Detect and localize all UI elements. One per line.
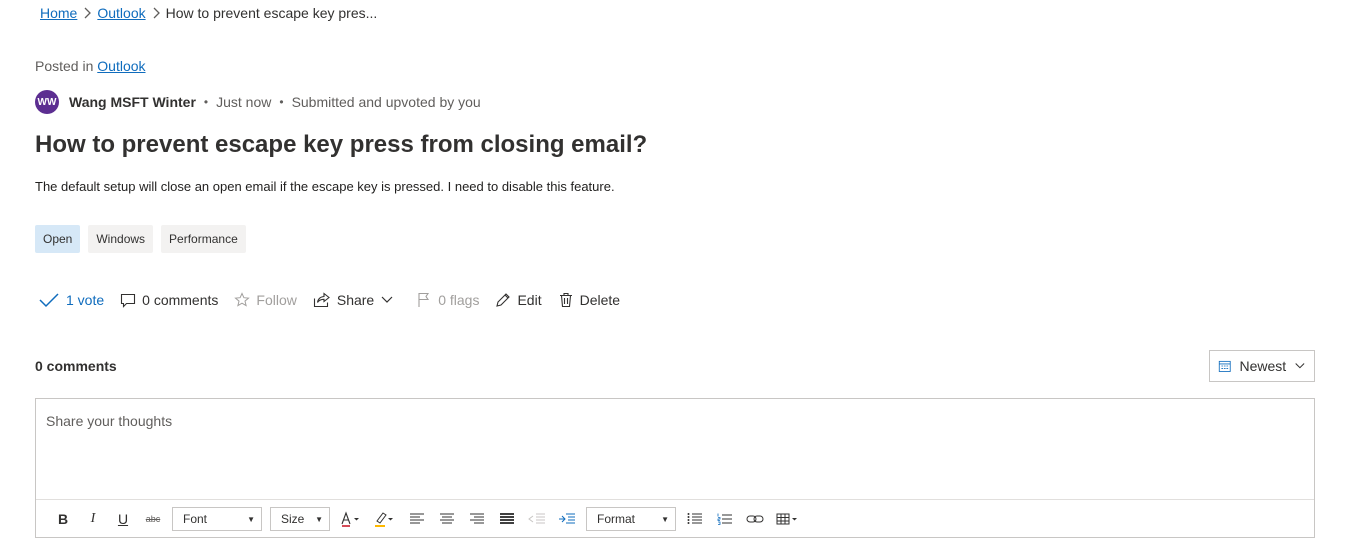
font-color-button[interactable] [334,507,368,531]
share-icon [313,292,330,308]
font-color-icon [341,511,359,527]
trash-icon [559,292,572,308]
bold-button[interactable]: B [48,507,78,531]
separator-dot: • [279,95,284,109]
share-label: Share [336,292,375,308]
share-button[interactable]: Share [313,292,400,308]
comments-count: 0 comments [142,292,219,308]
chevron-down-icon [1295,363,1305,369]
align-right-icon [470,513,484,524]
page-title: How to prevent escape key press from clo… [35,131,648,158]
author-name[interactable]: Wang MSFT Winter [69,94,196,110]
numbered-list-icon [717,513,732,525]
justify-icon [500,513,514,524]
caret-down-icon: ▼ [315,514,323,524]
indent-icon [559,513,575,524]
posted-in: Posted in Outlook [35,58,146,74]
italic-button[interactable]: I [78,507,108,531]
caret-down-icon: ▼ [247,514,255,524]
vote-count: 1 vote [66,292,105,308]
vote-button[interactable]: 1 vote [38,292,104,308]
table-button[interactable] [770,507,806,531]
table-icon [776,513,797,525]
indent-button[interactable] [552,507,582,531]
post-body: The default setup will close an open ema… [35,179,615,194]
breadcrumb-current: How to prevent escape key pres... [165,5,378,21]
post-actions: 1 vote 0 comments Follow Share 0 flags E… [38,292,636,308]
chevron-down-icon [381,296,393,303]
align-right-button[interactable] [462,507,492,531]
author-row: WW Wang MSFT Winter • Just now • Submitt… [35,90,481,114]
highlighter-icon [375,512,393,527]
outdent-icon [528,513,545,524]
flag-button[interactable]: 0 flags [416,292,479,308]
align-center-icon [440,513,454,524]
flag-icon [418,292,430,307]
format-select-label: Format [597,512,636,526]
comments-button[interactable]: 0 comments [120,292,218,308]
post-status: Submitted and upvoted by you [291,94,481,110]
strikethrough-button[interactable]: abc [138,507,168,531]
font-select-label: Font [183,512,208,526]
outdent-button[interactable] [522,507,552,531]
follow-button[interactable]: Follow [234,292,297,308]
sort-label: Newest [1239,358,1287,374]
size-select[interactable]: Size ▼ [270,507,330,531]
underline-button[interactable]: U [108,507,138,531]
post-time: Just now [216,94,272,110]
link-icon [746,515,764,523]
align-left-icon [410,513,424,524]
sort-dropdown[interactable]: Newest [1209,350,1315,382]
tag-performance[interactable]: Performance [161,225,246,253]
editor-toolbar: B I U abc Font ▼ Size ▼ Format ▼ [36,500,1314,538]
calendar-icon [1218,360,1231,372]
breadcrumb-outlook-link[interactable]: Outlook [97,5,145,21]
checkmark-icon [39,293,59,308]
align-left-button[interactable] [402,507,432,531]
comment-input[interactable]: Share your thoughts [36,399,1314,500]
size-select-label: Size [281,512,305,526]
flags-count: 0 flags [438,292,480,308]
delete-button[interactable]: Delete [558,292,620,308]
posted-in-label: Posted in [35,58,94,74]
tag-list: Open Windows Performance [35,225,246,253]
highlight-button[interactable] [368,507,402,531]
comment-editor: Share your thoughts B I U abc Font ▼ Size… [35,398,1315,538]
separator-dot: • [203,95,209,109]
star-icon [234,292,251,307]
edit-label: Edit [517,292,542,308]
breadcrumb: Home Outlook How to prevent escape key p… [40,5,377,21]
avatar[interactable]: WW [35,90,59,114]
bullet-list-button[interactable] [680,507,710,531]
delete-label: Delete [579,292,621,308]
breadcrumb-home-link[interactable]: Home [40,5,77,21]
align-center-button[interactable] [432,507,462,531]
bullet-list-icon [687,513,702,524]
posted-in-link[interactable]: Outlook [97,58,145,74]
justify-button[interactable] [492,507,522,531]
caret-down-icon: ▼ [661,514,669,524]
follow-label: Follow [256,292,297,308]
comments-heading: 0 comments [35,358,117,374]
numbered-list-button[interactable] [710,507,740,531]
chevron-right-icon [83,7,92,19]
edit-button[interactable]: Edit [495,292,542,308]
font-select[interactable]: Font ▼ [172,507,262,531]
tag-open[interactable]: Open [35,225,81,253]
pencil-icon [496,293,511,307]
chevron-right-icon [152,7,160,19]
link-button[interactable] [740,507,770,531]
tag-windows[interactable]: Windows [88,225,154,253]
format-select[interactable]: Format ▼ [586,507,676,531]
comment-icon [121,293,136,308]
